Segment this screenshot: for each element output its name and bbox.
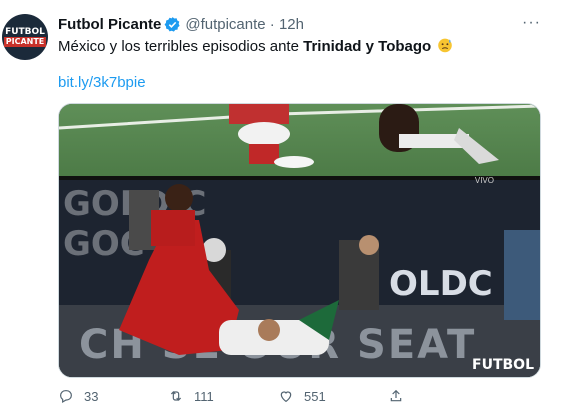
tweet-link[interactable]: bit.ly/3k7bpie	[58, 74, 146, 91]
tweet-actions: 33 111 551	[58, 388, 498, 404]
retweet-icon	[170, 391, 182, 401]
share-action[interactable]	[388, 388, 498, 404]
media-preview[interactable]: GOLD CGOC OLDC VIVO CH SE OUR SEAT FUTBO…	[58, 103, 541, 378]
tweet-text-main: México y los terribles episodios ante	[58, 38, 304, 55]
reply-count: 33	[84, 388, 99, 404]
retweet-count: 111	[194, 388, 214, 404]
reply-icon	[60, 390, 72, 404]
share-icon	[390, 389, 402, 402]
tweet-header: Futbol Picante @futpicante · 12h	[58, 14, 304, 34]
match-scene-top	[59, 104, 540, 168]
avatar[interactable]: FUTBOL PICANTE	[2, 14, 48, 60]
match-scene-bottom	[119, 184, 540, 355]
reply-action[interactable]: 33	[58, 388, 168, 404]
like-count: 551	[304, 388, 326, 404]
heart-icon	[280, 391, 292, 403]
retweet-action[interactable]: 111	[168, 388, 278, 404]
anxious-face-with-sweat-icon	[438, 38, 453, 53]
tweet-text-bold: Trinidad y Tobago	[303, 38, 432, 55]
tweet-text: México y los terribles episodios ante Tr…	[58, 37, 453, 57]
handle-and-time[interactable]: @futpicante · 12h	[185, 16, 304, 33]
like-action[interactable]: 551	[278, 388, 388, 404]
avatar-logo-line1: FUTBOL	[5, 27, 45, 37]
display-name[interactable]: Futbol Picante	[58, 16, 161, 33]
verified-badge-icon	[164, 16, 180, 32]
futbol-picante-watermark: FUTBOL	[472, 357, 534, 373]
more-icon[interactable]: ···	[522, 14, 541, 32]
avatar-logo-line2: PICANTE	[3, 37, 47, 47]
